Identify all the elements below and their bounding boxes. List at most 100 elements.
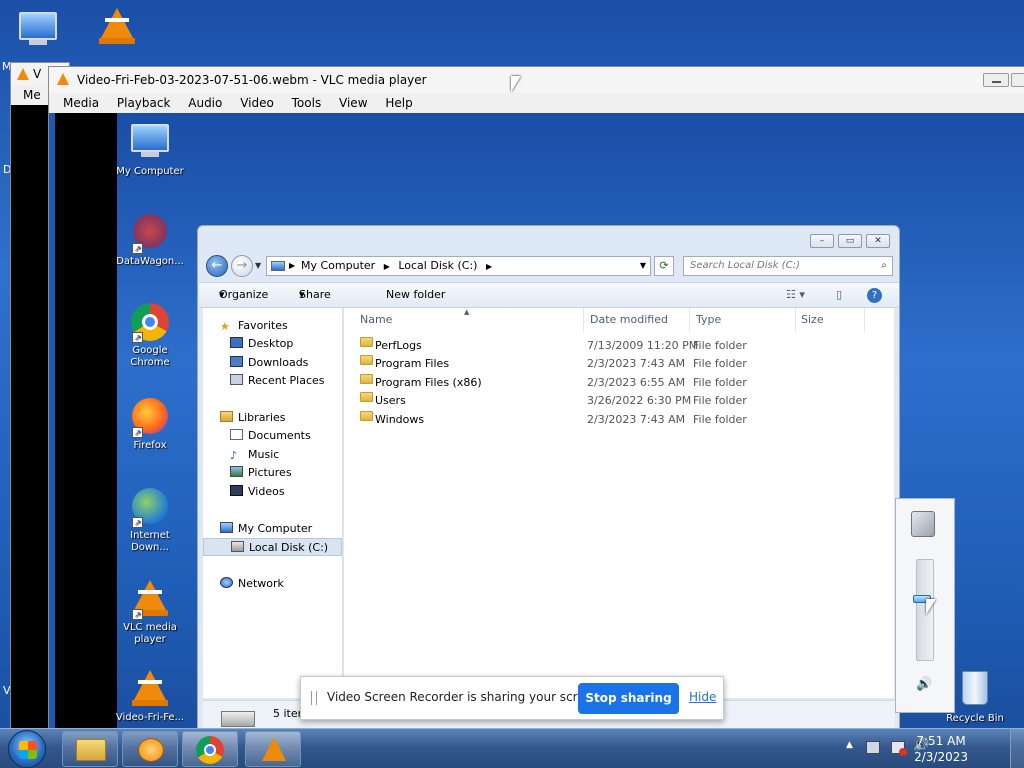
desktop-icon-vlc[interactable] bbox=[82, 6, 152, 50]
nav-libraries[interactable]: Libraries bbox=[220, 409, 286, 427]
file-list[interactable]: Name ▲ Date modified Type Size PerfLogs 7… bbox=[344, 308, 894, 698]
computer-icon bbox=[18, 12, 58, 52]
nav-recent-places[interactable]: Recent Places bbox=[230, 372, 325, 390]
recent-pages-dropdown-icon[interactable]: ▼ bbox=[255, 261, 261, 270]
new-folder-button[interactable]: New folder bbox=[386, 283, 445, 307]
file-row[interactable]: Users 3/26/2022 6:30 PM File folder bbox=[360, 392, 880, 410]
action-center-icon[interactable] bbox=[891, 741, 907, 756]
column-header-type[interactable]: Type bbox=[692, 308, 796, 332]
organize-button[interactable]: Organize ▾ bbox=[219, 283, 268, 307]
start-button[interactable] bbox=[8, 730, 46, 768]
nav-videos[interactable]: Videos bbox=[230, 483, 285, 501]
menu-media[interactable]: Media bbox=[63, 96, 99, 110]
search-placeholder: Search Local Disk (C:) bbox=[690, 260, 800, 271]
menu-audio[interactable]: Audio bbox=[188, 96, 222, 110]
pictures-icon bbox=[230, 466, 243, 477]
refresh-button[interactable]: ⟳ bbox=[654, 256, 674, 276]
desktop-icon-my-computer[interactable] bbox=[3, 8, 73, 54]
file-row[interactable]: PerfLogs 7/13/2009 11:20 PM File folder bbox=[360, 337, 880, 355]
search-icon: ⌕ bbox=[881, 260, 887, 271]
breadcrumb-my-computer[interactable]: My Computer bbox=[301, 259, 375, 272]
nav-pictures[interactable]: Pictures bbox=[230, 464, 292, 482]
menu-view[interactable]: View bbox=[339, 96, 367, 110]
file-name: Program Files bbox=[375, 357, 450, 370]
explorer-close-button[interactable]: ✕ bbox=[866, 234, 890, 248]
screen-sharing-bar: Video Screen Recorder is sharing your sc… bbox=[300, 676, 724, 720]
show-hidden-icons-icon[interactable]: ▲ bbox=[846, 740, 853, 750]
file-row[interactable]: Windows 2/3/2023 7:43 AM File folder bbox=[360, 411, 880, 429]
breadcrumb-separator-icon: ▶ bbox=[383, 262, 390, 271]
nav-network[interactable]: Network bbox=[220, 575, 284, 593]
menu-help[interactable]: Help bbox=[385, 96, 412, 110]
nav-desktop[interactable]: Desktop bbox=[230, 335, 293, 353]
windows-logo-icon bbox=[19, 741, 37, 759]
hide-link[interactable]: Hide bbox=[689, 690, 716, 704]
address-dropdown-icon[interactable]: ▼ bbox=[640, 257, 646, 275]
drive-large-icon bbox=[221, 711, 255, 727]
icon-label: DataWagon... bbox=[116, 256, 184, 267]
vlc-cone-icon: ↗ bbox=[130, 580, 170, 620]
firefox-icon: ↗ bbox=[130, 398, 170, 438]
file-name: Program Files (x86) bbox=[375, 376, 482, 389]
mouse-cursor-icon bbox=[926, 599, 936, 615]
background-vlc-menu[interactable]: Me bbox=[23, 88, 41, 102]
mute-button[interactable]: 🔊 bbox=[916, 677, 932, 692]
file-date: 3/26/2022 6:30 PM bbox=[587, 394, 692, 407]
address-bar[interactable]: ▶ My Computer ▶ Local Disk (C:) ▶ ▼ bbox=[266, 256, 651, 276]
nav-downloads[interactable]: Downloads bbox=[230, 354, 308, 372]
column-header-date[interactable]: Date modified bbox=[586, 308, 690, 332]
file-type: File folder bbox=[693, 339, 747, 352]
minimize-button[interactable] bbox=[983, 73, 1009, 87]
stop-sharing-button[interactable]: Stop sharing bbox=[578, 683, 679, 714]
column-header-size[interactable]: Size bbox=[797, 308, 865, 332]
icon-label: Video-Fri-Fe... bbox=[115, 712, 185, 723]
maximize-button[interactable] bbox=[1011, 73, 1024, 87]
nav-local-disk[interactable]: Local Disk (C:) bbox=[203, 538, 342, 556]
nav-my-computer[interactable]: My Computer bbox=[220, 520, 312, 538]
view-options-icon[interactable]: ☷ ▾ bbox=[786, 283, 805, 307]
menu-playback[interactable]: Playback bbox=[117, 96, 171, 110]
icon-label: Firefox bbox=[133, 440, 167, 451]
explorer-restore-button[interactable]: ▭ bbox=[838, 234, 862, 248]
vlc-title-bar[interactable]: Video-Fri-Feb-03-2023-07-51-06.webm - VL… bbox=[49, 67, 1024, 93]
taskbar-vlc-button[interactable] bbox=[245, 731, 301, 767]
drag-handle-icon[interactable] bbox=[311, 691, 317, 705]
computer-small-icon bbox=[271, 261, 285, 271]
nav-label: Desktop bbox=[248, 337, 294, 350]
help-icon[interactable]: ? bbox=[867, 288, 882, 303]
forward-button[interactable]: → bbox=[231, 255, 253, 277]
navigation-pane: ★ Favorites Desktop Downloads Recent Plac… bbox=[203, 308, 343, 698]
taskbar-media-player-button[interactable] bbox=[122, 731, 178, 767]
file-type: File folder bbox=[693, 357, 747, 370]
menu-video[interactable]: Video bbox=[240, 96, 274, 110]
volume-popup[interactable]: 🔊 bbox=[895, 498, 955, 713]
back-button[interactable]: ← bbox=[206, 255, 228, 277]
nav-label: Music bbox=[248, 448, 280, 461]
share-with-button[interactable]: Share with ▾ bbox=[299, 283, 331, 325]
preview-pane-icon[interactable]: ▯ bbox=[836, 283, 842, 307]
column-label: Name bbox=[360, 313, 393, 326]
column-header-name[interactable]: Name ▲ bbox=[356, 308, 584, 332]
taskbar-explorer-button[interactable] bbox=[62, 731, 118, 767]
forward-arrow-icon: → bbox=[236, 258, 248, 273]
search-input[interactable]: Search Local Disk (C:) ⌕ bbox=[683, 256, 893, 276]
show-desktop-button[interactable] bbox=[1010, 729, 1024, 768]
mouse-cursor-icon bbox=[511, 76, 521, 92]
breadcrumb-local-disk[interactable]: Local Disk (C:) bbox=[398, 259, 477, 272]
video-icon-idm: ↗ Internet Down... bbox=[115, 486, 185, 554]
explorer-window[interactable]: – ▭ ✕ ← → ▼ ▶ My Computer ▶ Local Disk (… bbox=[197, 225, 900, 730]
nav-favorites[interactable]: ★ Favorites bbox=[220, 317, 288, 335]
file-row[interactable]: Program Files (x86) 2/3/2023 6:55 AM Fil… bbox=[360, 374, 880, 392]
file-name: PerfLogs bbox=[375, 339, 422, 352]
network-tray-icon[interactable] bbox=[866, 741, 880, 754]
vlc-cone-icon bbox=[57, 73, 69, 85]
explorer-minimize-button[interactable]: – bbox=[810, 234, 834, 248]
nav-music[interactable]: ♪ Music bbox=[230, 446, 279, 464]
nav-label: Recent Places bbox=[248, 374, 325, 387]
taskbar-chrome-button[interactable] bbox=[182, 731, 238, 767]
clock[interactable]: 7:51 AM 2/3/2023 bbox=[914, 733, 968, 765]
nav-documents[interactable]: Documents bbox=[230, 427, 311, 445]
menu-tools[interactable]: Tools bbox=[292, 96, 322, 110]
file-row[interactable]: Program Files 2/3/2023 7:43 AM File fold… bbox=[360, 355, 880, 373]
folder-icon bbox=[76, 739, 106, 761]
